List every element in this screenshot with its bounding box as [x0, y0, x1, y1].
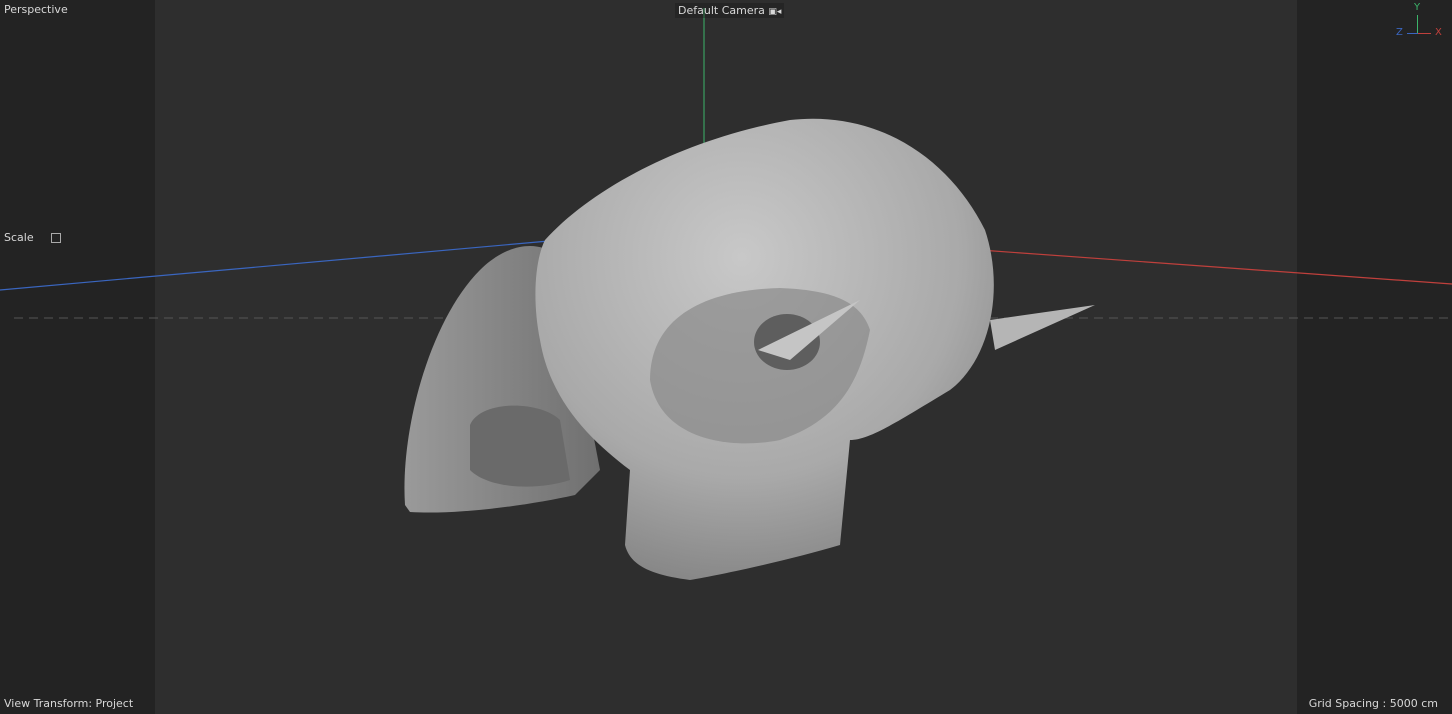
3d-model[interactable]	[404, 118, 1095, 580]
scale-hud[interactable]: Scale	[4, 231, 62, 244]
gizmo-x-axis	[1418, 33, 1431, 34]
viewport-name[interactable]: Perspective	[4, 3, 68, 16]
gizmo-z-label: Z	[1396, 27, 1403, 38]
scale-label: Scale	[4, 231, 34, 244]
camera-icon: ▣◂	[768, 7, 782, 17]
grid-spacing-label: Grid Spacing : 5000 cm	[1308, 697, 1438, 710]
view-transform-label: View Transform: Project	[4, 697, 134, 710]
axis-gizmo: Y Z X	[1392, 2, 1448, 42]
x-axis-line	[979, 249, 1452, 285]
gizmo-y-axis	[1417, 15, 1418, 33]
gizmo-z-axis	[1407, 33, 1418, 34]
gizmo-y-label: Y	[1414, 2, 1421, 13]
scale-toggle-icon[interactable]	[51, 233, 62, 243]
gizmo-x-label: X	[1435, 27, 1442, 38]
camera-name: Default Camera	[678, 4, 765, 17]
viewport-canvas[interactable]	[0, 0, 1452, 714]
camera-selector[interactable]: Default Camera ▣◂	[675, 3, 785, 18]
